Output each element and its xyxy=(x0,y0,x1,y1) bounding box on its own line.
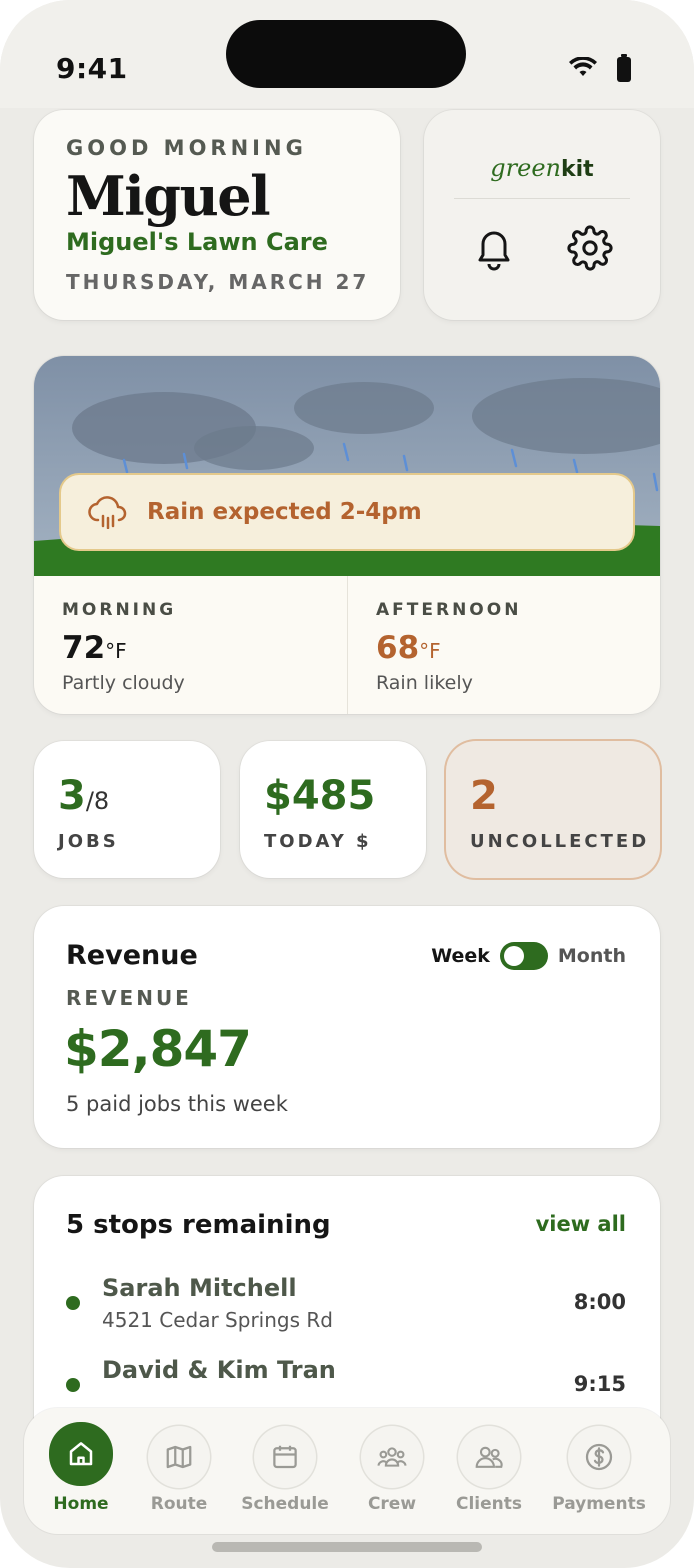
brand-card: greenkit xyxy=(424,110,660,320)
afternoon-forecast: AFTERNOON 68°F Rain likely xyxy=(347,576,660,714)
settings-button[interactable] xyxy=(564,222,616,274)
morning-forecast: MORNING 72°F Partly cloudy xyxy=(34,576,347,714)
weather-card[interactable]: Rain expected 2-4pm MORNING 72°F Partly … xyxy=(34,356,660,714)
status-bar: 9:41 xyxy=(0,0,694,108)
nav-item-crew[interactable]: Crew xyxy=(337,1408,447,1534)
uncollected-count: 2 xyxy=(470,773,498,819)
nav-label-home: Home xyxy=(53,1494,109,1514)
nav-item-payments[interactable]: Payments xyxy=(544,1408,654,1534)
toggle-month-label[interactable]: Month xyxy=(558,945,626,967)
nav-item-home[interactable]: Home xyxy=(26,1408,136,1534)
nav-label-schedule: Schedule xyxy=(241,1494,329,1514)
notifications-button[interactable] xyxy=(468,222,520,274)
gear-icon xyxy=(567,225,613,271)
wifi-icon xyxy=(569,57,597,76)
nav-item-clients[interactable]: Clients xyxy=(434,1408,544,1534)
stop-time: 8:00 xyxy=(573,1290,626,1314)
home-indicator[interactable] xyxy=(212,1542,482,1552)
uncollected-stat-card[interactable]: 2 UNCOLLECTED xyxy=(446,741,660,878)
morning-label: MORNING xyxy=(62,600,177,620)
user-name: Miguel xyxy=(66,164,271,228)
toggle-week-label[interactable]: Week xyxy=(431,945,490,967)
period-switch[interactable] xyxy=(499,942,548,970)
morning-temp: 72°F xyxy=(62,630,127,666)
crew-icon xyxy=(377,1447,407,1467)
today-earnings-card[interactable]: $485 TODAY $ xyxy=(240,741,426,878)
bell-icon xyxy=(478,231,510,271)
nav-item-route[interactable]: Route xyxy=(124,1408,234,1534)
bottom-nav: Home Route Schedule Crew Clients Payment… xyxy=(24,1408,670,1534)
today-earnings-value: $485 xyxy=(264,773,376,819)
morning-desc: Partly cloudy xyxy=(62,672,185,694)
nav-label-clients: Clients xyxy=(455,1494,522,1514)
map-icon xyxy=(166,1445,192,1469)
period-toggle: Week Month xyxy=(431,942,626,970)
dynamic-island xyxy=(226,20,466,88)
home-icon xyxy=(69,1442,93,1466)
status-time: 9:41 xyxy=(56,52,128,85)
battery-icon xyxy=(617,54,631,82)
current-date: THURSDAY, MARCH 27 xyxy=(66,270,370,294)
dollar-icon xyxy=(585,1443,613,1471)
nav-label-crew: Crew xyxy=(367,1494,417,1514)
revenue-card: Revenue Week Month REVENUE $2,847 5 paid… xyxy=(34,906,660,1148)
status-icons xyxy=(568,54,632,82)
stop-address: 4521 Cedar Springs Rd xyxy=(102,1308,333,1332)
view-all-link[interactable]: view all xyxy=(536,1212,626,1236)
revenue-amount: $2,847 xyxy=(64,1020,252,1078)
jobs-label: JOBS xyxy=(58,831,119,852)
divider xyxy=(454,198,630,199)
rain-alert-text: Rain expected 2-4pm xyxy=(147,499,422,525)
afternoon-desc: Rain likely xyxy=(376,672,473,694)
stops-card: 5 stops remaining view all Sarah Mitchel… xyxy=(34,1176,660,1436)
nav-item-schedule[interactable]: Schedule xyxy=(230,1408,340,1534)
rain-alert: Rain expected 2-4pm xyxy=(59,473,635,551)
revenue-title: Revenue xyxy=(66,940,198,971)
afternoon-label: AFTERNOON xyxy=(376,600,522,620)
jobs-count: 3/8 xyxy=(58,773,110,819)
today-earnings-label: TODAY $ xyxy=(264,831,372,852)
status-dot xyxy=(66,1378,80,1392)
uncollected-label: UNCOLLECTED xyxy=(470,831,650,852)
calendar-icon xyxy=(273,1445,297,1469)
nav-label-route: Route xyxy=(150,1494,208,1514)
stop-client-name: David & Kim Tran xyxy=(102,1356,336,1384)
stops-title: 5 stops remaining xyxy=(66,1210,331,1240)
phone-screen: 9:41 GOOD MORNING Miguel Miguel's Lawn C… xyxy=(0,0,694,1568)
business-name: Miguel's Lawn Care xyxy=(66,228,328,256)
revenue-eyebrow: REVENUE xyxy=(66,986,192,1010)
stop-item[interactable]: Sarah Mitchell 4521 Cedar Springs Rd 8:0… xyxy=(34,1270,660,1340)
greenkit-logo: greenkit xyxy=(490,154,594,182)
stop-client-name: Sarah Mitchell xyxy=(102,1274,297,1302)
greeting-eyebrow: GOOD MORNING xyxy=(66,136,307,160)
revenue-subtitle: 5 paid jobs this week xyxy=(66,1092,288,1116)
nav-label-payments: Payments xyxy=(552,1494,646,1514)
cloud-rain-icon xyxy=(88,496,127,529)
jobs-stat-card[interactable]: 3/8 JOBS xyxy=(34,741,220,878)
clients-icon xyxy=(475,1446,503,1468)
afternoon-temp: 68°F xyxy=(376,630,441,666)
status-dot xyxy=(66,1296,80,1310)
stop-time: 9:15 xyxy=(573,1372,626,1396)
